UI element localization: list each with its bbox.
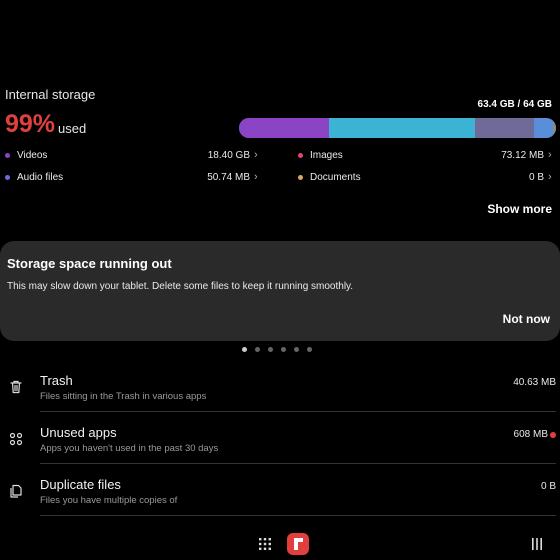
list-item-trash[interactable]: [0, 365, 560, 410]
category-size: 0 B: [528, 172, 544, 183]
category-videos[interactable]: Videos: [5, 150, 47, 161]
item-subtitle: Files you have multiple copies of: [40, 495, 178, 506]
category-audio-files[interactable]: Audio files: [5, 172, 63, 183]
category-images[interactable]: Images: [298, 150, 343, 161]
page-dot: [242, 347, 247, 352]
navigation-bar: [0, 530, 560, 560]
category-size: 73.12 MB: [501, 150, 544, 161]
category-size: 50.74 MB: [207, 172, 250, 183]
recents-icon[interactable]: [531, 538, 543, 550]
chevron-right-icon: ›: [548, 171, 552, 183]
bar-segment-audio: [533, 118, 553, 138]
not-now-button[interactable]: Not now: [503, 312, 550, 326]
bar-segment-videos: [239, 118, 330, 138]
item-size: 608 MB: [513, 429, 548, 440]
category-label: Videos: [17, 150, 48, 161]
chevron-right-icon: ›: [254, 171, 258, 183]
page-dot: [255, 347, 260, 352]
bar-segment-images: [329, 118, 476, 138]
item-title: Trash: [40, 373, 73, 388]
card-title: Storage space running out: [7, 256, 172, 271]
item-subtitle: Files sitting in the Trash in various ap…: [40, 391, 207, 402]
chevron-right-icon: ›: [548, 149, 552, 161]
storage-usage-bar: [239, 118, 556, 138]
duplicate-icon: [10, 484, 22, 498]
divider: [40, 515, 556, 516]
item-title: Unused apps: [40, 425, 117, 440]
category-size: 18.40 GB: [207, 150, 250, 161]
page-indicator: [242, 347, 312, 352]
item-size: 0 B: [540, 481, 556, 492]
chevron-right-icon: ›: [254, 149, 258, 161]
app-drawer-icon[interactable]: [258, 537, 272, 551]
category-documents[interactable]: Documents: [298, 172, 361, 183]
storage-title: Internal storage: [5, 87, 96, 102]
category-label: Images: [310, 150, 343, 161]
page-dot: [268, 347, 273, 352]
trash-icon: [10, 380, 22, 394]
item-size: 40.63 MB: [513, 377, 556, 388]
alert-badge-icon: [550, 432, 556, 438]
divider: [40, 411, 556, 412]
apps-icon: [9, 432, 23, 446]
item-subtitle: Apps you haven't used in the past 30 day…: [40, 443, 219, 454]
item-title: Duplicate files: [40, 477, 121, 492]
card-body: This may slow down your tablet. Delete s…: [7, 281, 354, 292]
videos-dot-icon: [5, 153, 10, 158]
flipboard-app-icon[interactable]: [287, 533, 309, 555]
used-label: used: [58, 121, 87, 136]
images-dot-icon: [298, 153, 303, 158]
bar-segment-free: [552, 118, 556, 138]
show-more-button[interactable]: Show more: [487, 202, 552, 216]
divider: [40, 463, 556, 464]
storage-capacity: 63.4 GB / 64 GB: [477, 99, 552, 110]
category-label: Documents: [310, 172, 361, 183]
bar-segment-other: [475, 118, 534, 138]
page-dot: [281, 347, 286, 352]
page-dot: [294, 347, 299, 352]
category-label: Audio files: [17, 172, 64, 183]
storage-percent: 99%: [5, 110, 56, 138]
audio-dot-icon: [5, 175, 10, 180]
documents-dot-icon: [298, 175, 303, 180]
page-dot: [307, 347, 312, 352]
